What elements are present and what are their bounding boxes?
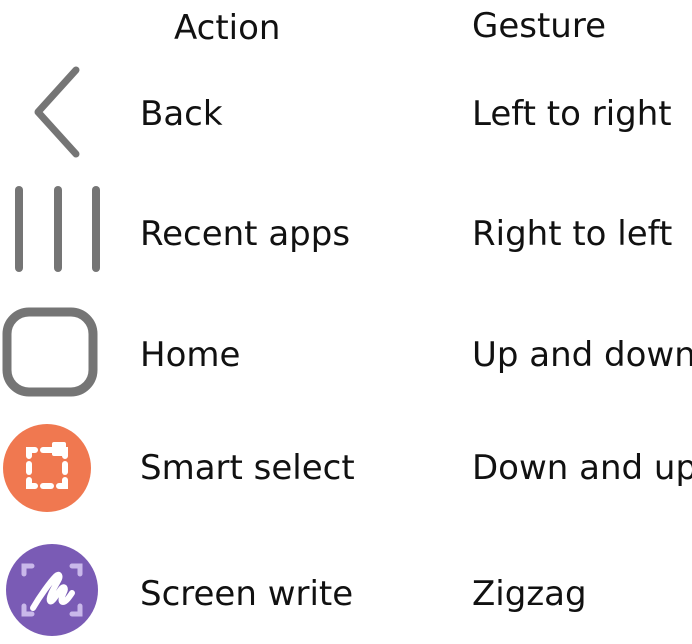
- smart-select-icon: [0, 418, 104, 518]
- action-label: Smart select: [140, 448, 355, 488]
- gesture-row-screen-write: Screen write Zigzag: [0, 544, 692, 644]
- gesture-row-home: Home Up and down: [0, 305, 692, 405]
- gesture-label: Up and down: [472, 335, 692, 375]
- gesture-label: Left to right: [472, 94, 672, 134]
- gesture-label: Zigzag: [472, 574, 587, 614]
- gesture-label: Down and up: [472, 448, 692, 488]
- action-label: Screen write: [140, 574, 354, 614]
- recent-apps-icon: [0, 184, 104, 284]
- column-header-action: Action: [174, 8, 281, 48]
- gesture-label: Right to left: [472, 214, 673, 254]
- column-header-gesture: Gesture: [472, 6, 607, 46]
- gesture-row-back: Back Left to right: [0, 64, 692, 164]
- gesture-row-smart-select: Smart select Down and up: [0, 418, 692, 518]
- action-label: Recent apps: [140, 214, 351, 254]
- back-icon: [0, 64, 104, 164]
- action-label: Home: [140, 335, 241, 375]
- home-icon: [0, 305, 104, 405]
- screen-write-icon: [0, 544, 104, 644]
- gesture-row-recent-apps: Recent apps Right to left: [0, 184, 692, 284]
- action-label: Back: [140, 94, 223, 134]
